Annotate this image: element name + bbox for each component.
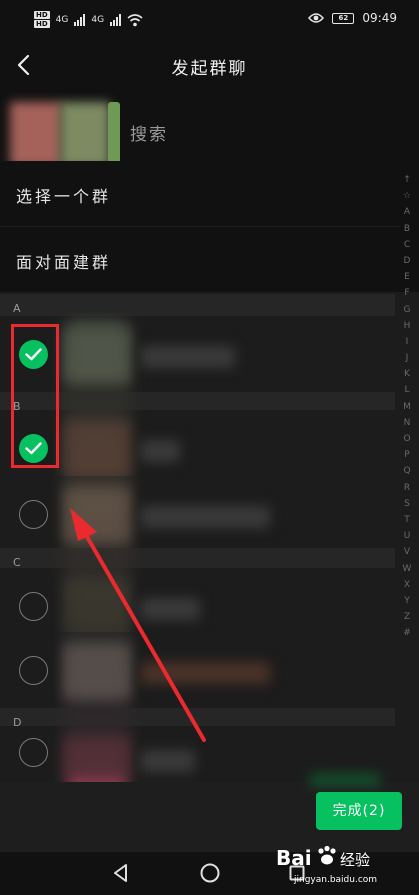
clock: 09:49 <box>362 11 397 25</box>
hd-label-1: HD <box>34 11 50 19</box>
index-letter[interactable]: K <box>398 366 416 382</box>
index-letter[interactable]: B <box>398 221 416 237</box>
done-button[interactable]: 完成(2) <box>316 792 402 830</box>
index-letter[interactable]: A <box>398 204 416 220</box>
status-right: 62 09:49 <box>308 11 397 25</box>
done-glow <box>310 774 380 786</box>
network-4g-label-2: 4G <box>91 15 105 25</box>
nav-bar: 发起群聊 <box>0 40 419 92</box>
back-triangle-icon[interactable] <box>110 862 132 884</box>
index-letter[interactable]: C <box>398 237 416 253</box>
checkbox-unchecked[interactable] <box>19 738 48 767</box>
index-letter[interactable]: D <box>398 253 416 269</box>
selected-avatar[interactable] <box>10 102 62 167</box>
index-letter[interactable]: R <box>398 480 416 496</box>
contact-name <box>140 440 180 462</box>
checkbox-unchecked[interactable] <box>19 500 48 529</box>
signal-icon-2 <box>110 14 122 26</box>
index-letter[interactable]: T <box>398 512 416 528</box>
index-letter[interactable]: I <box>398 334 416 350</box>
home-circle-icon[interactable] <box>199 862 221 884</box>
contact-name <box>140 662 270 684</box>
battery-icon: 62 <box>332 12 355 24</box>
index-letter[interactable]: F <box>398 285 416 301</box>
index-letter[interactable]: # <box>398 625 416 641</box>
wifi-icon <box>127 13 143 26</box>
index-letter[interactable]: L <box>398 382 416 398</box>
select-group-label: 选择一个群 <box>16 187 112 206</box>
contact-name <box>140 346 235 368</box>
index-letter[interactable]: E <box>398 269 416 285</box>
network-indicators: HD HD 4G 4G <box>34 11 143 29</box>
contact-row[interactable] <box>0 632 395 712</box>
contact-name <box>140 750 195 772</box>
watermark: Bai 经验 jingyan.baidu.com <box>276 842 416 892</box>
signal-icon <box>74 14 86 26</box>
selected-avatar[interactable] <box>60 102 110 167</box>
page-title: 发起群聊 <box>171 59 248 79</box>
battery-level: 62 <box>338 13 349 22</box>
checkbox-unchecked[interactable] <box>19 656 48 685</box>
hd-indicator: HD HD <box>34 11 50 29</box>
selected-avatars[interactable] <box>10 102 120 167</box>
watermark-url: jingyan.baidu.com <box>294 875 378 885</box>
status-bar: HD HD 4G 4G 62 09:49 <box>0 0 419 40</box>
index-letter[interactable]: Z <box>398 609 416 625</box>
paw-logo-icon <box>318 845 336 865</box>
index-letter[interactable]: P <box>398 447 416 463</box>
index-letter[interactable]: ↑ <box>398 172 416 188</box>
watermark-suffix: 经验 <box>340 851 371 869</box>
blurred-photo-strip <box>62 318 132 782</box>
contact-name <box>140 598 200 620</box>
index-letter[interactable]: N <box>398 415 416 431</box>
index-letter[interactable]: O <box>398 431 416 447</box>
eye-icon <box>308 13 325 23</box>
index-letter[interactable]: J <box>398 350 416 366</box>
index-letter[interactable]: S <box>398 496 416 512</box>
index-letter[interactable]: G <box>398 302 416 318</box>
network-4g-label-1: 4G <box>55 15 69 25</box>
contact-row[interactable] <box>0 476 395 556</box>
index-letter[interactable]: ☆ <box>398 188 416 204</box>
hd-label-2: HD <box>34 20 50 28</box>
alphabet-index[interactable]: ↑ ☆ A B C D E F G H I J K L M N O P Q R S T U V W X Y Z # <box>398 172 416 752</box>
index-letter[interactable]: Q <box>398 463 416 479</box>
contact-name <box>140 506 270 528</box>
index-letter[interactable]: Y <box>398 593 416 609</box>
section-letter: A <box>13 302 21 315</box>
index-letter[interactable]: V <box>398 544 416 560</box>
index-letter[interactable]: X <box>398 577 416 593</box>
watermark-brand: Bai <box>276 846 312 870</box>
contact-row[interactable] <box>0 316 395 396</box>
search-input[interactable]: 搜索 <box>130 120 168 145</box>
select-group-item[interactable]: 选择一个群 <box>0 161 400 227</box>
index-letter[interactable]: U <box>398 528 416 544</box>
checkbox-unchecked[interactable] <box>19 592 48 621</box>
face-to-face-group-item[interactable]: 面对面建群 <box>0 227 400 293</box>
index-letter[interactable]: M <box>398 399 416 415</box>
highlight-box <box>11 324 59 468</box>
index-letter[interactable]: H <box>398 318 416 334</box>
face-to-face-label: 面对面建群 <box>16 253 112 272</box>
selected-avatar-edge <box>108 102 120 167</box>
index-letter[interactable]: W <box>398 561 416 577</box>
